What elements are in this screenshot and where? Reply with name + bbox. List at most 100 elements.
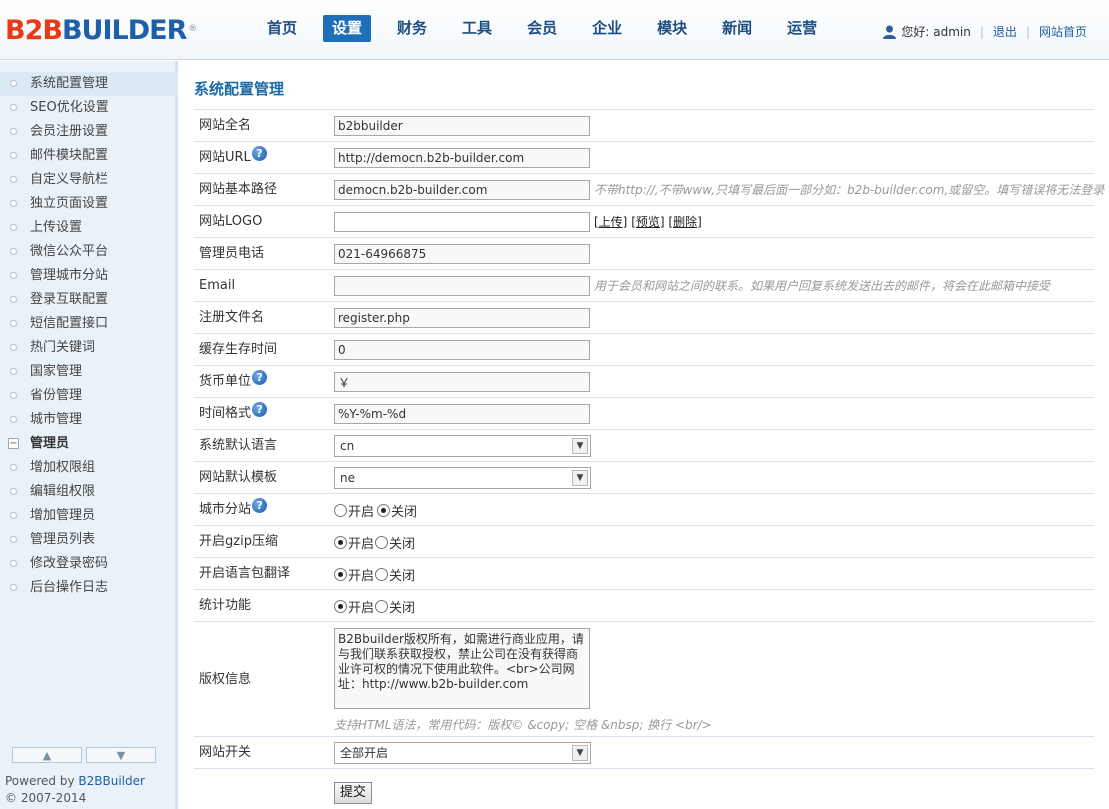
sidebar-item-add-role[interactable]: 增加权限组 — [0, 456, 178, 480]
chevron-down-icon: ▼ — [572, 438, 588, 454]
language-select[interactable]: cn ▼ — [334, 435, 591, 457]
city-site-radios: 开启 关闭 — [334, 494, 417, 526]
template-select-value: ne — [340, 471, 355, 485]
bullet-icon — [10, 224, 17, 231]
sidebar-item-login-connect[interactable]: 登录互联配置 — [0, 288, 178, 312]
help-icon[interactable]: ? — [252, 401, 268, 417]
sidebar-item-member-register[interactable]: 会员注册设置 — [0, 120, 178, 144]
sidebar-item-standalone-page[interactable]: 独立页面设置 — [0, 192, 178, 216]
nav-settings[interactable]: 设置 — [323, 15, 372, 42]
nav-tools[interactable]: 工具 — [453, 15, 501, 42]
city-site-label-wrap: 城市分站? — [199, 494, 268, 526]
nav-news[interactable]: 新闻 — [713, 15, 761, 42]
sidebar-item-change-password[interactable]: 修改登录密码 — [0, 552, 178, 576]
admin-phone-label: 管理员电话 — [199, 246, 265, 261]
preview-link[interactable]: [预览] — [631, 215, 664, 229]
bullet-icon — [10, 152, 17, 159]
sidebar-item-provinces[interactable]: 省份管理 — [0, 384, 178, 408]
b2bbuilder-logo[interactable]: B2BBUILDER ® — [5, 14, 197, 48]
site-url-label: 网站URL — [199, 150, 251, 165]
sidebar-item-label: 管理员列表 — [30, 532, 96, 547]
bullet-icon — [10, 272, 17, 279]
powered-brand-link[interactable]: B2BBuilder — [78, 774, 145, 788]
stats-on-radio[interactable] — [334, 599, 347, 613]
scroll-up-button[interactable]: ▲ — [12, 747, 82, 763]
sidebar-item-add-admin[interactable]: 增加管理员 — [0, 504, 178, 528]
admin-phone-input[interactable] — [334, 244, 590, 264]
help-icon[interactable]: ? — [252, 497, 268, 513]
radio-label-off: 关闭 — [389, 600, 416, 616]
copyright-textarea[interactable]: B2Bbuilder版权所有，如需进行商业应用，请与我们联系获取授权，禁止公司在… — [334, 628, 590, 709]
form-row-time-format: 时间格式? — [194, 398, 1094, 430]
email-field[interactable] — [334, 276, 590, 296]
sidebar-item-operation-log[interactable]: 后台操作日志 — [0, 576, 178, 600]
nav-members[interactable]: 会员 — [518, 15, 566, 42]
nav-finance[interactable]: 财务 — [388, 15, 436, 42]
base-path-label: 网站基本路径 — [199, 182, 278, 197]
sidebar-group-label: 管理员 — [30, 436, 70, 451]
currency-input[interactable] — [334, 372, 590, 392]
site-home-link[interactable]: 网站首页 — [1039, 23, 1087, 40]
sidebar-item-sms[interactable]: 短信配置接口 — [0, 312, 178, 336]
sidebar-item-edit-permissions[interactable]: 编辑组权限 — [0, 480, 178, 504]
sidebar-item-wechat[interactable]: 微信公众平台 — [0, 240, 178, 264]
lang-pack-on-radio[interactable] — [334, 567, 347, 581]
base-path-input[interactable] — [334, 180, 590, 200]
scroll-down-button[interactable]: ▼ — [86, 747, 156, 763]
sidebar-item-countries[interactable]: 国家管理 — [0, 360, 178, 384]
nav-modules[interactable]: 模块 — [648, 15, 696, 42]
sidebar-item-custom-nav[interactable]: 自定义导航栏 — [0, 168, 178, 192]
config-form: 网站全名 网站URL? 网站基本路径 不带http://,不带www,只填写最后… — [194, 109, 1104, 769]
sidebar-item-label: 后台操作日志 — [30, 580, 109, 595]
help-icon[interactable]: ? — [252, 369, 268, 385]
sidebar-item-seo[interactable]: SEO优化设置 — [0, 96, 178, 120]
sidebar-item-admin-list[interactable]: 管理员列表 — [0, 528, 178, 552]
template-select[interactable]: ne ▼ — [334, 467, 591, 489]
logo-text-b2b: B2B — [5, 15, 63, 46]
site-switch-select[interactable]: 全部开启 ▼ — [334, 742, 591, 764]
sidebar-item-cities[interactable]: 城市管理 — [0, 408, 178, 432]
logout-link[interactable]: 退出 — [993, 23, 1017, 40]
sidebar-group-admin[interactable]: − 管理员 — [0, 432, 178, 456]
lang-pack-off-radio[interactable] — [375, 567, 389, 581]
site-name-input[interactable] — [334, 116, 590, 136]
nav-home[interactable]: 首页 — [258, 15, 306, 42]
template-label: 网站默认模板 — [199, 470, 278, 485]
sidebar-item-label: 自定义导航栏 — [30, 172, 109, 187]
logo-input[interactable] — [334, 212, 590, 232]
top-header: B2BBUILDER ® 首页 设置 财务 工具 会员 企业 模块 新闻 运营 您… — [0, 0, 1109, 60]
lang-pack-radios: 开启 关闭 — [334, 558, 415, 590]
delete-link[interactable]: [删除] — [668, 215, 701, 229]
copyright-hint: 支持HTML语法，常用代码：版权© &copy; 空格 &nbsp; 换行 <b… — [334, 718, 712, 732]
bullet-icon — [10, 560, 17, 567]
collapse-icon[interactable]: − — [8, 438, 19, 449]
nav-operations[interactable]: 运营 — [778, 15, 826, 42]
help-icon[interactable]: ? — [251, 145, 267, 161]
bullet-icon — [10, 104, 17, 111]
sidebar-item-upload[interactable]: 上传设置 — [0, 216, 178, 240]
gzip-off-radio[interactable] — [375, 535, 389, 549]
cache-time-input[interactable] — [334, 340, 590, 360]
time-format-input[interactable] — [334, 404, 590, 424]
radio-label-on: 开启 — [348, 504, 375, 520]
time-format-label-wrap: 时间格式? — [199, 398, 268, 430]
divider: | — [1025, 24, 1030, 39]
submit-button[interactable]: 提交 — [334, 782, 373, 804]
stats-off-radio[interactable] — [375, 599, 389, 613]
site-name-label: 网站全名 — [199, 118, 252, 133]
nav-companies[interactable]: 企业 — [583, 15, 631, 42]
gzip-on-radio[interactable] — [334, 535, 347, 549]
city-site-off-radio[interactable] — [377, 503, 391, 517]
sidebar-item-label: 系统配置管理 — [30, 76, 109, 91]
site-url-input[interactable] — [334, 148, 590, 168]
sidebar-item-hot-keywords[interactable]: 热门关键词 — [0, 336, 178, 360]
chevron-down-icon: ▼ — [572, 470, 588, 486]
upload-link[interactable]: [上传] — [594, 215, 627, 229]
city-site-on-radio[interactable] — [334, 503, 347, 517]
sidebar-item-city-sites[interactable]: 管理城市分站 — [0, 264, 178, 288]
sidebar-item-mail-module[interactable]: 邮件模块配置 — [0, 144, 178, 168]
register-file-input[interactable] — [334, 308, 590, 328]
sidebar-item-system-config[interactable]: 系统配置管理 — [0, 72, 178, 96]
sidebar-item-label: 增加权限组 — [30, 460, 96, 475]
form-row-city-site: 城市分站? 开启 关闭 — [194, 494, 1094, 526]
